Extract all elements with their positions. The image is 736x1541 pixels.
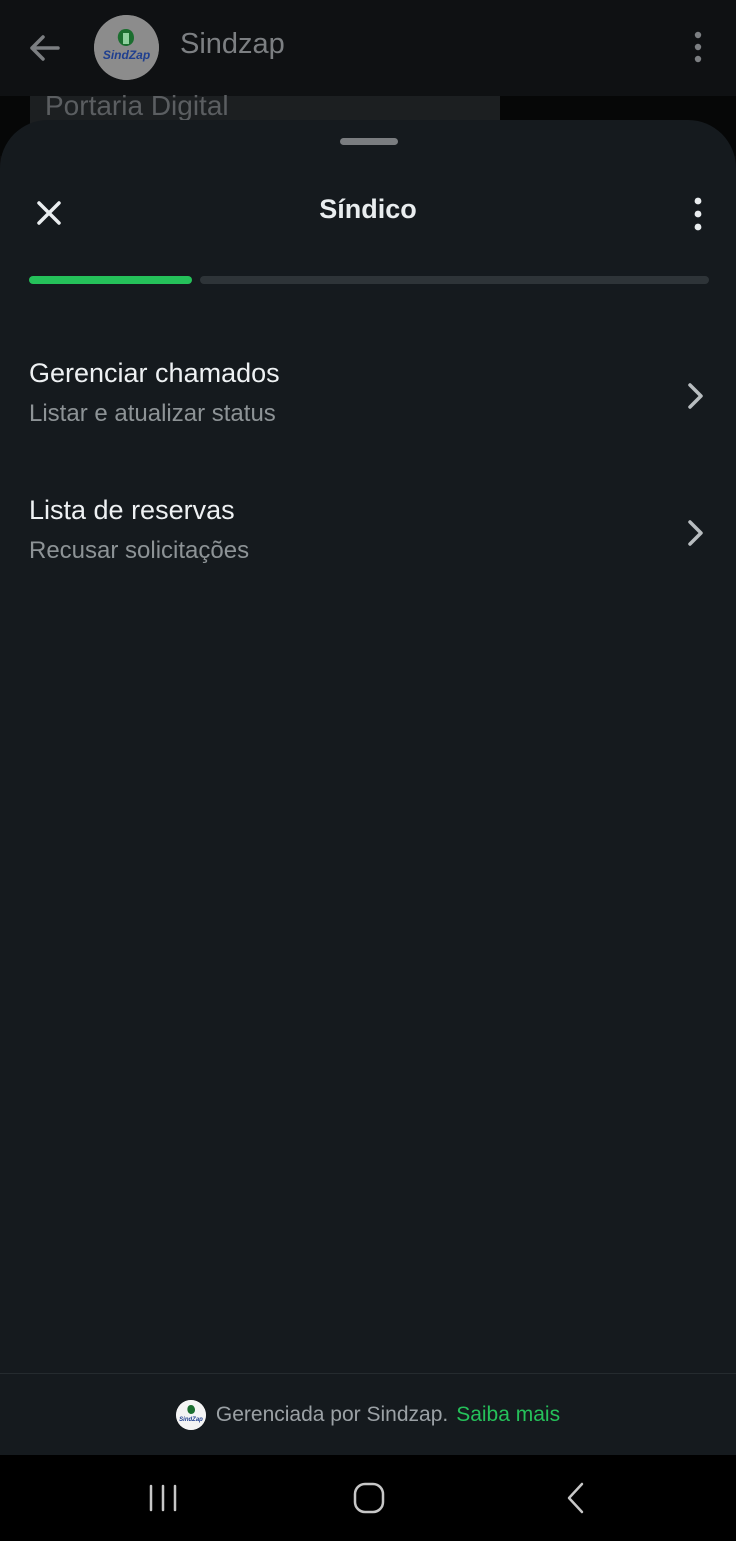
app-header: SindZap Sindzap: [0, 0, 736, 96]
learn-more-link[interactable]: Saiba mais: [456, 1403, 560, 1427]
list-item-title: Gerenciar chamados: [29, 358, 280, 388]
svg-text:SindZap: SindZap: [179, 1417, 203, 1423]
avatar[interactable]: SindZap: [94, 15, 159, 80]
progress-remaining: [200, 276, 709, 284]
list-item-title: Lista de reservas: [29, 495, 235, 525]
bottom-sheet: Síndico Gerenciar chamados Listar e atua…: [0, 120, 736, 1455]
chat-title: Sindzap: [180, 28, 285, 60]
svg-text:SindZap: SindZap: [103, 48, 150, 62]
sindzap-logo-icon: SindZap: [175, 1400, 206, 1430]
sindzap-logo: SindZap: [94, 15, 159, 80]
recent-apps-icon[interactable]: [146, 1483, 180, 1513]
sheet-title: Síndico: [319, 194, 417, 224]
list-item-lista-de-reservas[interactable]: Lista de reservas Recusar solicitações: [0, 495, 736, 615]
more-vertical-icon[interactable]: [690, 30, 706, 64]
chat-bubble-text: Portaria Digital: [45, 90, 229, 121]
progress-completed: [29, 276, 192, 284]
back-icon[interactable]: [562, 1481, 590, 1515]
home-icon[interactable]: [352, 1481, 386, 1515]
more-vertical-icon[interactable]: [688, 196, 708, 232]
chevron-right-icon: [688, 520, 703, 546]
progress-bar: [29, 276, 709, 284]
system-nav-bar: [0, 1455, 736, 1541]
sheet-footer: SindZap Gerenciada por Sindzap. Saiba ma…: [0, 1373, 736, 1455]
back-arrow-icon[interactable]: [24, 28, 64, 68]
footer-text: Gerenciada por Sindzap.: [215, 1403, 449, 1426]
list-item-subtitle: Listar e atualizar status: [29, 400, 276, 427]
list-item-gerenciar-chamados[interactable]: Gerenciar chamados Listar e atualizar st…: [0, 358, 736, 478]
chevron-right-icon: [688, 383, 703, 409]
drag-handle[interactable]: [340, 138, 398, 145]
list-item-subtitle: Recusar solicitações: [29, 537, 250, 564]
